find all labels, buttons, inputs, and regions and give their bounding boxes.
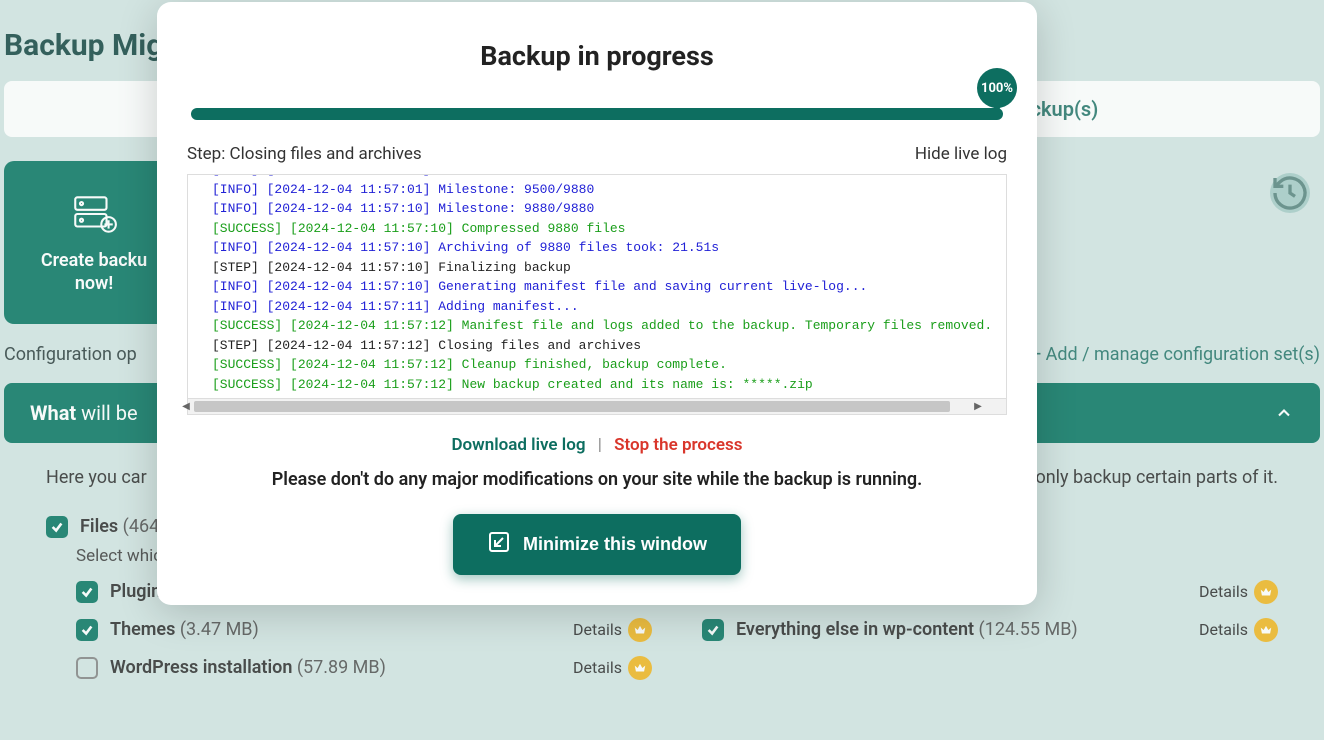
- log-box[interactable]: [INFO] [2024-12-04 11:57:00] Milestone: …: [187, 174, 1007, 399]
- log-line: [SUCCESS] [2024-12-04 11:57:10] Compress…: [212, 219, 1006, 239]
- log-line: [INFO] [2024-12-04 11:57:10] Archiving o…: [212, 238, 1006, 258]
- log-line: [SUCCESS] [2024-12-04 11:57:12] Cleanup …: [212, 355, 1006, 375]
- minimize-button[interactable]: Minimize this window: [453, 514, 741, 575]
- log-line: [SUCCESS] [2024-12-04 11:57:12] Manifest…: [212, 316, 1006, 336]
- download-log-link[interactable]: Download live log: [451, 435, 585, 455]
- modal-title: Backup in progress: [187, 40, 1007, 72]
- log-line: [INFO] [2024-12-04 11:57:10] Generating …: [212, 277, 1006, 297]
- stop-process-link[interactable]: Stop the process: [614, 435, 742, 455]
- log-line: [INFO] [2024-12-04 11:57:11] Adding mani…: [212, 297, 1006, 317]
- scrollbar-horizontal[interactable]: ◀ ▶: [187, 399, 1007, 415]
- log-line: [SUCCESS] [2024-12-04 11:57:12] New back…: [212, 375, 1006, 395]
- minimize-label: Minimize this window: [523, 534, 707, 555]
- log-actions: Download live log | Stop the process: [187, 435, 1007, 455]
- log-line: [INFO] [2024-12-04 11:57:01] Milestone: …: [212, 180, 1006, 200]
- minimize-icon: [487, 530, 511, 559]
- progress-wrap: 100%: [191, 108, 1003, 120]
- step-label: Step: Closing files and archives: [187, 144, 422, 164]
- warning-text: Please don't do any major modifications …: [187, 469, 1007, 490]
- progress-meta: Step: Closing files and archives Hide li…: [187, 144, 1007, 164]
- backup-progress-modal: Backup in progress 100% Step: Closing fi…: [157, 2, 1037, 605]
- progress-bubble: 100%: [977, 68, 1017, 108]
- log-line: [STEP] [2024-12-04 11:57:10] Finalizing …: [212, 258, 1006, 278]
- scroll-right-icon[interactable]: ▶: [970, 399, 986, 414]
- hide-log-link[interactable]: Hide live log: [915, 144, 1007, 164]
- log-line: [STEP] [2024-12-04 11:57:12] Closing fil…: [212, 336, 1006, 356]
- log-line: [INFO] [2024-12-04 11:57:10] Milestone: …: [212, 199, 1006, 219]
- separator: |: [598, 435, 602, 455]
- progress-bar: [191, 108, 1003, 120]
- scroll-left-icon[interactable]: ◀: [178, 399, 194, 414]
